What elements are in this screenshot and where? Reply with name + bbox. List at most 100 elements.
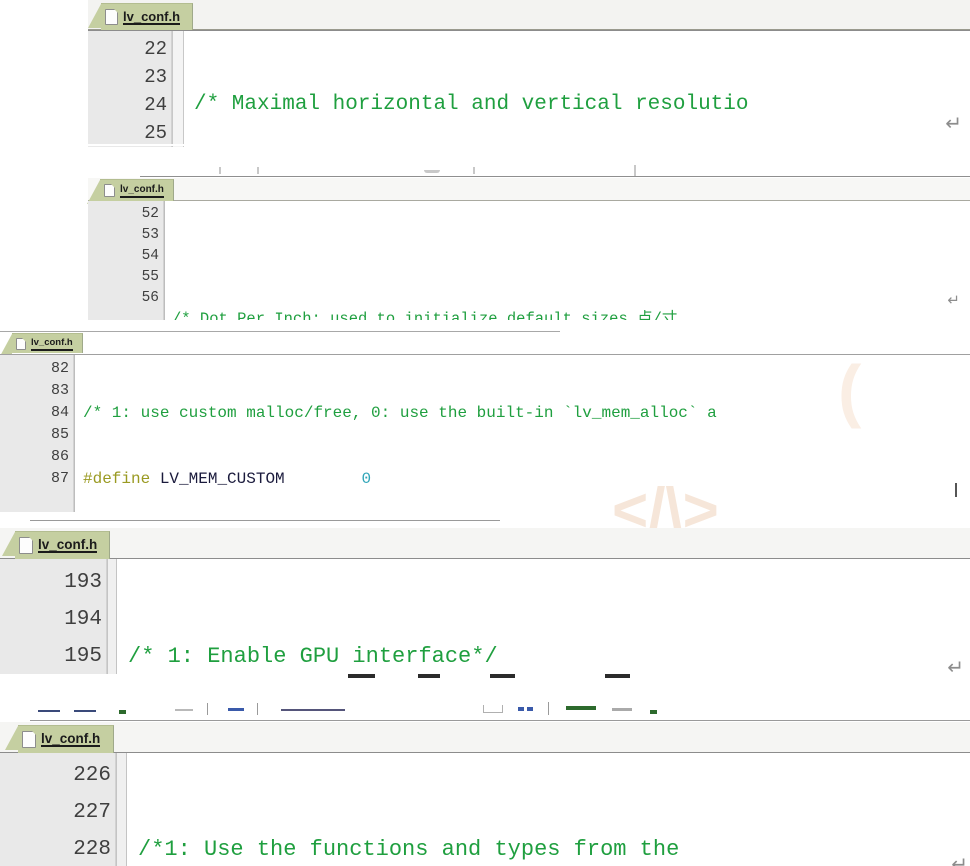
ui-fragment	[257, 703, 258, 715]
line-number-gutter: 22 23 24 25	[88, 31, 172, 147]
tab-strip: lv_conf.h	[87, 178, 970, 204]
tab-lv-conf-h[interactable]: lv_conf.h	[0, 333, 83, 358]
tab-label: lv_conf.h	[41, 731, 101, 747]
comment-token: /* Dot Per Inch: used to initialize defa…	[172, 310, 678, 320]
code-area[interactable]: /* 1: use custom malloc/free, 0: use the…	[75, 355, 970, 512]
ui-fragment	[281, 709, 345, 711]
fold-margin	[173, 31, 183, 147]
comment-token: /* 1: use custom malloc/free, 0: use the…	[83, 404, 717, 422]
line-number-gutter: 52 53 54 55 56	[88, 201, 164, 320]
ui-fragment	[650, 710, 657, 714]
editor-panel-api-extension: lv_conf.h 226 227 228 /*1: Use the funct…	[0, 722, 970, 866]
code-editor-gpu[interactable]: 193 194 195 /* 1: Enable GPU interface*/…	[0, 559, 970, 674]
carriage-return-mark: ↵	[947, 291, 960, 309]
code-editor-api-extension[interactable]: 226 227 228 /*1: Use the functions and t…	[0, 753, 970, 866]
ui-fragment	[119, 710, 126, 714]
document-icon	[22, 731, 36, 748]
code-editor-memory[interactable]: 82 83 84 85 86 87 /* 1: use custom mallo…	[0, 354, 970, 512]
line-number: 83	[50, 382, 69, 399]
background-watermark: (	[838, 351, 862, 429]
macro-value: 0	[361, 470, 372, 488]
ui-fragment	[257, 167, 259, 174]
fold-margin	[108, 559, 116, 674]
ui-fragment	[612, 708, 632, 711]
code-editor-dpi[interactable]: 52 53 54 55 56 /* Dot Per Inch: used to …	[88, 201, 970, 320]
fragment-rule	[140, 176, 970, 177]
editor-panel-dpi: lv_conf.h 52 53 54 55 56 /* Dot Per Inch…	[87, 178, 970, 320]
line-number: 22	[144, 38, 167, 60]
ui-fragment	[518, 707, 524, 711]
fold-margin	[117, 753, 126, 866]
editor-panel-memory: lv_conf.h 82 83 84 85 86 87 /* 1: use cu…	[0, 333, 970, 512]
macro-name: LV_MEM_CUSTOM	[159, 470, 285, 488]
ui-fragment	[175, 709, 193, 711]
panel-bottom-edge	[88, 144, 970, 146]
line-number: 82	[50, 360, 69, 377]
directive-token: #define	[83, 470, 151, 488]
fragment-rule	[30, 720, 970, 721]
line-number: 25	[144, 122, 167, 144]
code-area[interactable]: /*1: Use the functions and types from th…	[127, 753, 970, 866]
line-number: 194	[64, 608, 102, 631]
tab-strip: lv_conf.h	[87, 0, 970, 30]
line-number: 86	[50, 448, 69, 465]
document-icon	[16, 337, 26, 350]
line-number: 193	[64, 571, 102, 594]
carriage-return-mark: ↵	[945, 111, 962, 135]
code-editor-resolution[interactable]: 22 23 24 25 /* Maximal horizontal and ve…	[88, 30, 970, 147]
ui-fragment	[424, 170, 440, 173]
ui-fragment	[219, 167, 221, 174]
comment-token: /* 1: Enable GPU interface*/	[128, 644, 498, 669]
line-number: 53	[141, 227, 159, 243]
tab-label: lv_conf.h	[31, 336, 73, 351]
line-number: 56	[141, 290, 159, 306]
code-area[interactable]: /* 1: Enable GPU interface*/ #define LV_…	[117, 559, 970, 674]
ui-fragment	[418, 674, 440, 678]
tab-label: lv_conf.h	[38, 537, 98, 553]
line-number: 55	[141, 269, 159, 285]
editor-panel-resolution: lv_conf.h 22 23 24 25 /* Maximal horizon…	[87, 0, 970, 147]
fragment-rule	[0, 331, 560, 332]
tab-lv-conf-h[interactable]: lv_conf.h	[1, 531, 111, 559]
line-number: 87	[50, 470, 69, 487]
ui-fragment	[483, 705, 503, 713]
line-number: 52	[141, 206, 159, 222]
tab-label: lv_conf.h	[120, 183, 164, 198]
tab-lv-conf-h[interactable]: lv_conf.h	[87, 3, 194, 30]
line-number: 195	[64, 645, 102, 668]
ui-fragment	[348, 674, 375, 678]
tab-lv-conf-h[interactable]: lv_conf.h	[4, 725, 115, 753]
ui-fragment	[74, 710, 96, 712]
fragment-rule	[30, 520, 500, 521]
tab-strip: lv_conf.h	[0, 333, 970, 358]
code-line-82: /* 1: use custom malloc/free, 0: use the…	[83, 402, 970, 424]
tab-lv-conf-h[interactable]: lv_conf.h	[87, 179, 174, 204]
carriage-return-mark: ↵	[951, 852, 968, 866]
line-number: 228	[73, 838, 111, 861]
code-line-226: /*1: Use the functions and types from th…	[138, 831, 970, 866]
code-line-53: /* Dot Per Inch: used to initialize defa…	[172, 309, 970, 320]
ui-fragment	[228, 708, 244, 711]
code-line-22: /* Maximal horizontal and vertical resol…	[194, 91, 970, 119]
line-number: 23	[144, 66, 167, 88]
ui-fragment	[605, 674, 630, 678]
ui-fragment	[548, 702, 549, 715]
ui-fragment	[955, 483, 957, 497]
ui-fragment	[566, 706, 596, 710]
line-number: 24	[144, 94, 167, 116]
document-icon	[105, 9, 118, 25]
ui-fragment	[527, 707, 533, 711]
code-area[interactable]: /* Dot Per Inch: used to initialize defa…	[165, 201, 970, 320]
line-number: 226	[73, 764, 111, 787]
line-number-gutter: 82 83 84 85 86 87	[0, 355, 74, 512]
tab-strip: lv_conf.h	[0, 722, 970, 753]
ui-fragment	[473, 167, 475, 174]
line-number-gutter: 226 227 228	[0, 753, 116, 866]
line-number-gutter: 193 194 195	[0, 559, 107, 674]
line-number: 54	[141, 248, 159, 264]
line-number: 84	[50, 404, 69, 421]
ui-fragment	[207, 703, 208, 715]
code-area[interactable]: /* Maximal horizontal and vertical resol…	[184, 31, 970, 147]
tab-label: lv_conf.h	[123, 8, 181, 25]
